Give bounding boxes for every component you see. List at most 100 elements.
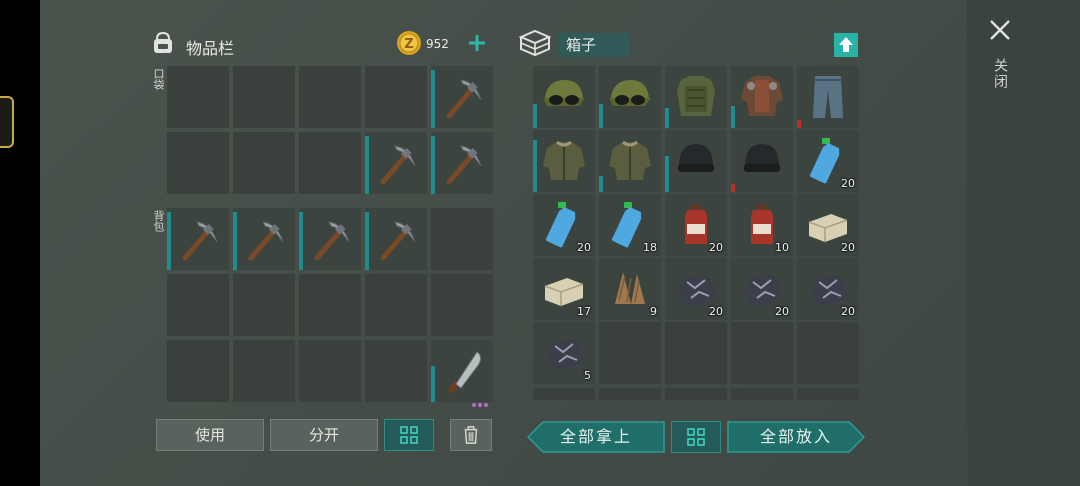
item-slot[interactable] <box>233 208 295 270</box>
durability-bar <box>665 156 669 192</box>
empty-slot[interactable] <box>299 274 361 336</box>
empty-slot[interactable] <box>299 132 361 194</box>
leather-armor-jacket-icon <box>741 76 783 116</box>
item-slot[interactable]: 20 <box>665 258 727 320</box>
empty-slot[interactable] <box>599 388 661 400</box>
item-quantity: 20 <box>841 241 855 254</box>
item-slot[interactable]: 18 <box>599 194 661 256</box>
empty-slot[interactable] <box>797 388 859 400</box>
item-slot[interactable] <box>431 66 493 128</box>
item-quantity: 20 <box>577 241 591 254</box>
trash-icon <box>464 426 478 444</box>
item-slot[interactable]: 20 <box>797 258 859 320</box>
item-quantity: 9 <box>650 305 657 318</box>
empty-slot[interactable] <box>533 388 595 400</box>
durability-bar <box>167 212 171 270</box>
empty-slot[interactable] <box>167 340 229 402</box>
item-slot[interactable]: 17 <box>533 258 595 320</box>
empty-slot[interactable] <box>365 66 427 128</box>
empty-slot[interactable] <box>233 66 295 128</box>
item-slot[interactable]: 10 <box>731 194 793 256</box>
item-slot[interactable] <box>731 130 793 192</box>
empty-slot[interactable] <box>431 208 493 270</box>
coin-icon: Z <box>397 31 421 55</box>
use-button[interactable]: 使用 <box>156 419 264 451</box>
close-icon <box>990 20 1010 40</box>
empty-slot[interactable] <box>233 340 295 402</box>
item-slot[interactable]: 20 <box>797 130 859 192</box>
empty-slot[interactable] <box>167 66 229 128</box>
empty-slot[interactable] <box>665 388 727 400</box>
item-slot[interactable] <box>533 130 595 192</box>
durability-bar <box>599 176 603 192</box>
item-slot[interactable] <box>599 66 661 128</box>
empty-slot[interactable] <box>233 274 295 336</box>
empty-slot[interactable] <box>299 66 361 128</box>
item-slot[interactable]: 20 <box>797 194 859 256</box>
durability-bar <box>533 140 537 192</box>
empty-slot[interactable] <box>233 132 295 194</box>
take-all-label: 全部拿上 <box>559 427 632 446</box>
olive-jacket-icon <box>609 140 651 180</box>
close-label[interactable]: 关闭 <box>990 58 1010 90</box>
empty-slot[interactable] <box>797 322 859 384</box>
item-quantity: 20 <box>775 305 789 318</box>
durability-bar <box>731 106 735 128</box>
arrow-up-icon <box>839 37 853 52</box>
empty-slot[interactable] <box>299 340 361 402</box>
item-slot[interactable] <box>431 132 493 194</box>
item-quantity: 10 <box>775 241 789 254</box>
item-slot[interactable]: 20 <box>533 194 595 256</box>
grid-view-button[interactable] <box>384 419 434 451</box>
empty-slot[interactable] <box>167 132 229 194</box>
container-grid-view-button[interactable] <box>671 421 721 453</box>
sort-button[interactable] <box>834 33 858 57</box>
empty-slot[interactable] <box>731 388 793 400</box>
take-all-button[interactable]: 全部拿上 <box>527 421 665 453</box>
item-slot[interactable]: 20 <box>665 194 727 256</box>
durability-bar <box>533 104 537 128</box>
item-slot[interactable] <box>167 208 229 270</box>
empty-slot[interactable] <box>365 340 427 402</box>
empty-slot[interactable] <box>599 322 661 384</box>
side-badge-icon[interactable] <box>0 96 14 148</box>
durability-bar <box>365 212 369 270</box>
empty-slot[interactable] <box>167 274 229 336</box>
durability-bar <box>797 120 801 128</box>
empty-slot[interactable] <box>365 274 427 336</box>
trash-button[interactable] <box>450 419 492 451</box>
item-slot[interactable] <box>365 208 427 270</box>
item-slot[interactable] <box>299 208 361 270</box>
svg-text:Z: Z <box>404 37 413 52</box>
item-quantity: 5 <box>584 369 591 382</box>
black-beanie-icon <box>678 144 714 172</box>
put-all-label: 全部放入 <box>759 427 832 446</box>
add-coins-button[interactable] <box>466 30 488 56</box>
plant-fiber-icon <box>615 272 645 304</box>
item-slot[interactable]: 9 <box>599 258 661 320</box>
durability-bar <box>599 104 603 128</box>
item-slot[interactable] <box>533 66 595 128</box>
item-slot[interactable] <box>665 66 727 128</box>
black-beanie-icon <box>744 144 780 172</box>
pickaxe-icon <box>182 221 218 261</box>
split-button[interactable]: 分开 <box>270 419 378 451</box>
item-quantity: 20 <box>709 241 723 254</box>
item-slot[interactable] <box>665 130 727 192</box>
item-slot[interactable] <box>731 66 793 128</box>
container-name-field[interactable] <box>558 33 630 57</box>
item-slot[interactable] <box>599 130 661 192</box>
put-all-button[interactable]: 全部放入 <box>727 421 865 453</box>
durability-bar <box>731 184 735 192</box>
durability-bar <box>431 70 435 128</box>
empty-slot[interactable] <box>731 322 793 384</box>
camo-vest-icon <box>677 76 715 116</box>
item-slot[interactable]: 20 <box>731 258 793 320</box>
empty-slot[interactable] <box>665 322 727 384</box>
item-slot[interactable] <box>365 132 427 194</box>
item-slot[interactable]: 5 <box>533 322 595 384</box>
close-button[interactable] <box>988 18 1012 46</box>
empty-slot[interactable] <box>431 274 493 336</box>
item-slot[interactable] <box>797 66 859 128</box>
durability-bar <box>431 136 435 194</box>
